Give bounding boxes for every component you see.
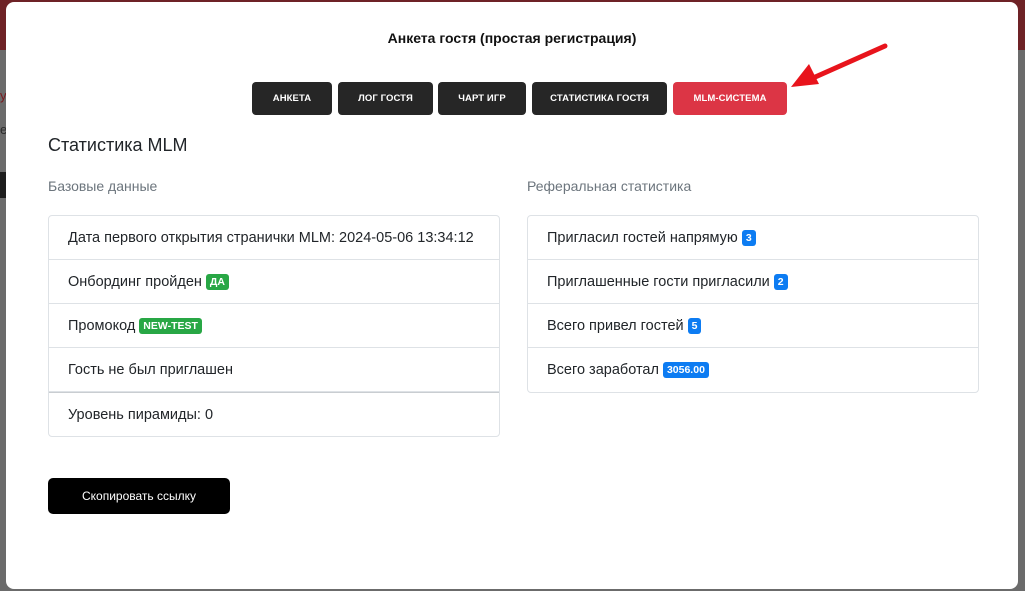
- invited-status: Гость не был приглашен: [68, 361, 233, 378]
- total-earned-label: Всего заработал: [547, 362, 659, 378]
- pyramid-level: Уровень пирамиды: 0: [68, 406, 214, 423]
- total-guests-badge: 5: [687, 317, 702, 334]
- second-level-badge: 2: [773, 273, 788, 290]
- second-level-label: Приглашенные гости пригласили: [547, 273, 770, 290]
- list-item: Приглашенные гости пригласили 2: [528, 260, 978, 304]
- guest-modal: Анкета гостя (простая регистрация) АНКЕТ…: [6, 2, 1018, 589]
- direct-invites-badge: 3: [741, 229, 756, 246]
- red-arrow-icon: [791, 43, 888, 87]
- base-data-heading: Базовые данные: [48, 178, 158, 194]
- promo-label: Промокод: [68, 317, 136, 334]
- tab-mlm-system[interactable]: MLM-СИСТЕМА: [673, 82, 787, 115]
- tab-guest-log[interactable]: ЛОГ ГОСТЯ: [338, 82, 433, 115]
- first-open-date: Дата первого открытия странички MLM: 202…: [68, 229, 474, 246]
- base-data-list: Дата первого открытия странички MLM: 202…: [48, 215, 500, 437]
- referral-stats-heading: Реферальная статистика: [527, 178, 692, 194]
- list-item: Онбординг пройден ДА: [49, 260, 499, 304]
- list-item: Пригласил гостей напрямую 3: [528, 216, 978, 260]
- direct-invites-label: Пригласил гостей напрямую: [547, 229, 738, 246]
- tab-games-chart[interactable]: ЧАРТ ИГР: [438, 82, 526, 115]
- promo-badge: NEW-TEST: [139, 317, 202, 334]
- referral-stats-list: Пригласил гостей напрямую 3 Приглашенные…: [527, 215, 979, 393]
- list-item: Всего привел гостей 5: [528, 304, 978, 348]
- list-item: Всего заработал 3056.00: [528, 348, 978, 392]
- copy-link-button[interactable]: Скопировать ссылку: [48, 478, 230, 514]
- list-item: Гость не был приглашен: [49, 348, 499, 392]
- tab-guest-stats[interactable]: СТАТИСТИКА ГОСТЯ: [532, 82, 667, 115]
- list-item: Промокод NEW-TEST: [49, 304, 499, 348]
- tab-questionnaire[interactable]: АНКЕТА: [252, 82, 332, 115]
- onboarding-badge: ДА: [205, 273, 229, 290]
- list-item: Уровень пирамиды: 0: [49, 392, 499, 436]
- total-guests-label: Всего привел гостей: [547, 317, 684, 334]
- list-item: Дата первого открытия странички MLM: 202…: [49, 216, 499, 260]
- total-earned-badge: 3056.00: [662, 362, 709, 378]
- onboarding-label: Онбординг пройден: [68, 273, 202, 290]
- section-title: Статистика MLM: [48, 135, 188, 155]
